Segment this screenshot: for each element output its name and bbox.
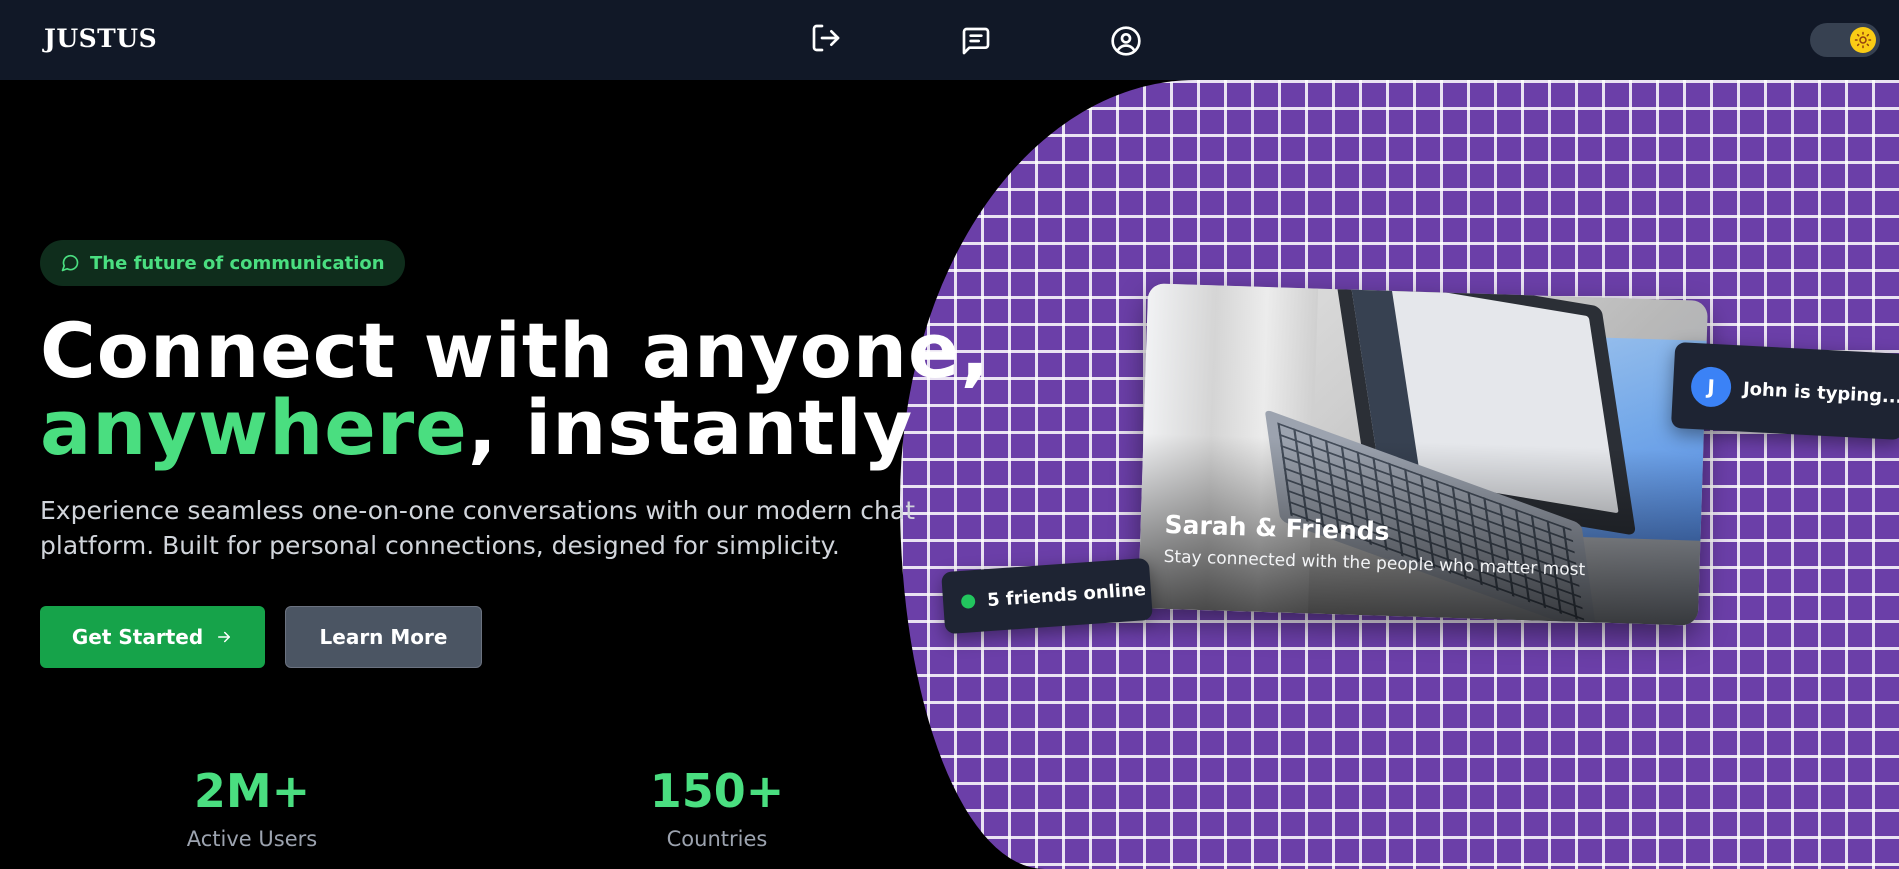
chat-bubble-icon bbox=[61, 254, 79, 272]
learn-more-label: Learn More bbox=[319, 625, 448, 649]
theme-toggle[interactable] bbox=[1810, 23, 1880, 57]
messages-icon[interactable] bbox=[960, 25, 992, 57]
badge-text: The future of communication bbox=[90, 252, 385, 274]
typing-indicator: J John is typing... bbox=[1670, 341, 1899, 441]
showcase-card: Sarah & Friends Stay connected with the … bbox=[1138, 283, 1708, 626]
typing-text: John is typing... bbox=[1742, 378, 1899, 408]
profile-icon[interactable] bbox=[1110, 25, 1142, 57]
stat-label: Active Users bbox=[186, 827, 318, 851]
hero-subtext: Experience seamless one-on-one conversat… bbox=[40, 496, 915, 560]
logo[interactable]: JUSTUS bbox=[44, 24, 157, 53]
learn-more-button[interactable]: Learn More bbox=[285, 606, 482, 668]
hero-badge: The future of communication bbox=[40, 240, 405, 286]
get-started-label: Get Started bbox=[71, 625, 204, 649]
stat-value: 2M+ bbox=[193, 764, 311, 818]
logout-icon[interactable] bbox=[810, 22, 842, 54]
online-dot-icon bbox=[960, 594, 976, 609]
stat-countries: 150+ Countries bbox=[587, 765, 847, 851]
online-text: 5 friends online bbox=[986, 578, 1147, 611]
avatar: J bbox=[1690, 365, 1733, 408]
hero-headline: Connect with anyone, anywhere, instantly bbox=[40, 312, 990, 466]
top-navbar: JUSTUS bbox=[0, 0, 1899, 80]
stat-value: 150+ bbox=[649, 764, 785, 818]
headline-line1: Connect with anyone, bbox=[40, 306, 991, 395]
arrow-right-icon bbox=[218, 631, 231, 643]
headline-accent: anywhere bbox=[40, 383, 468, 472]
sun-icon bbox=[1850, 27, 1876, 53]
stat-label: Countries bbox=[666, 827, 768, 851]
headline-rest: , instantly bbox=[467, 383, 914, 472]
get-started-button[interactable]: Get Started bbox=[40, 606, 265, 668]
stat-active-users: 2M+ Active Users bbox=[122, 765, 382, 851]
